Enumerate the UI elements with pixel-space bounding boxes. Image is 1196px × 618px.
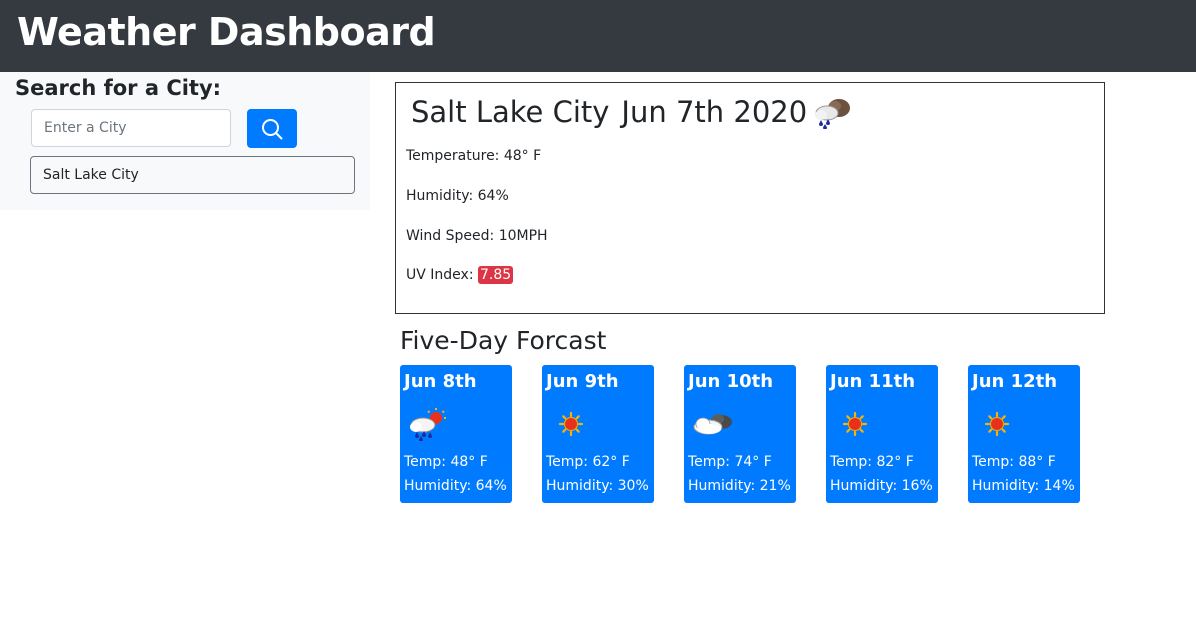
forecast-date: Jun 11th (830, 371, 916, 392)
forecast-temp: Temp: 82° F (830, 454, 914, 470)
forecast-title: Five-Day Forcast (400, 326, 607, 355)
history-item-salt-lake-city[interactable]: Salt Lake City (30, 156, 355, 194)
forecast-date: Jun 8th (404, 371, 477, 392)
sun-icon (842, 411, 868, 437)
forecast-temp: Temp: 74° F (688, 454, 772, 470)
uv-index-badge: 7.85 (477, 266, 514, 284)
clouds-icon (693, 414, 732, 435)
uv-index-label: UV Index: (406, 267, 478, 283)
forecast-card: Jun 8th Temp: 48° F Humidity: 64% (400, 365, 512, 503)
forecast-humidity: Humidity: 14% (972, 478, 1075, 494)
search-button[interactable] (247, 109, 297, 148)
current-wind-speed: Wind Speed: 10MPH (406, 228, 548, 244)
current-weather-title: Salt Lake City Jun 7th 2020 (411, 95, 853, 129)
forecast-temp: Temp: 48° F (404, 454, 488, 470)
forecast-humidity: Humidity: 21% (688, 478, 791, 494)
city-search-input[interactable] (31, 109, 231, 147)
current-humidity: Humidity: 64% (406, 188, 509, 204)
forecast-temp: Temp: 88° F (972, 454, 1056, 470)
forecast-card: Jun 9th Temp: 62° F Humidity: 30% (542, 365, 654, 503)
search-icon (262, 118, 283, 139)
search-panel: Search for a City: Salt Lake City (0, 72, 370, 210)
page-title: Weather Dashboard (17, 10, 436, 54)
sun-icon (558, 411, 584, 437)
forecast-temp: Temp: 62° F (546, 454, 630, 470)
current-uv-index: UV Index: 7.85 (406, 266, 514, 284)
sun-icon (984, 411, 1010, 437)
forecast-date: Jun 10th (688, 371, 774, 392)
current-date: Jun 7th 2020 (621, 95, 808, 129)
app-header: Weather Dashboard (0, 0, 1196, 72)
forecast-date: Jun 9th (546, 371, 619, 392)
forecast-humidity: Humidity: 64% (404, 478, 507, 494)
current-city: Salt Lake City (411, 95, 610, 129)
forecast-card: Jun 11th Temp: 82° F Humidity: 16% (826, 365, 938, 503)
current-weather-card: Salt Lake City Jun 7th 2020 Temperature:… (395, 82, 1105, 314)
forecast-humidity: Humidity: 16% (830, 478, 933, 494)
sun-rain-cloud-icon (410, 408, 446, 441)
forecast-card: Jun 12th Temp: 88° F Humidity: 14% (968, 365, 1080, 503)
forecast-humidity: Humidity: 30% (546, 478, 649, 494)
forecast-date: Jun 12th (972, 371, 1058, 392)
forecast-card: Jun 10th Temp: 74° F Humidity: 21% (684, 365, 796, 503)
search-heading: Search for a City: (15, 76, 222, 100)
current-temperature: Temperature: 48° F (406, 148, 542, 164)
rain-clouds-icon (815, 99, 851, 129)
